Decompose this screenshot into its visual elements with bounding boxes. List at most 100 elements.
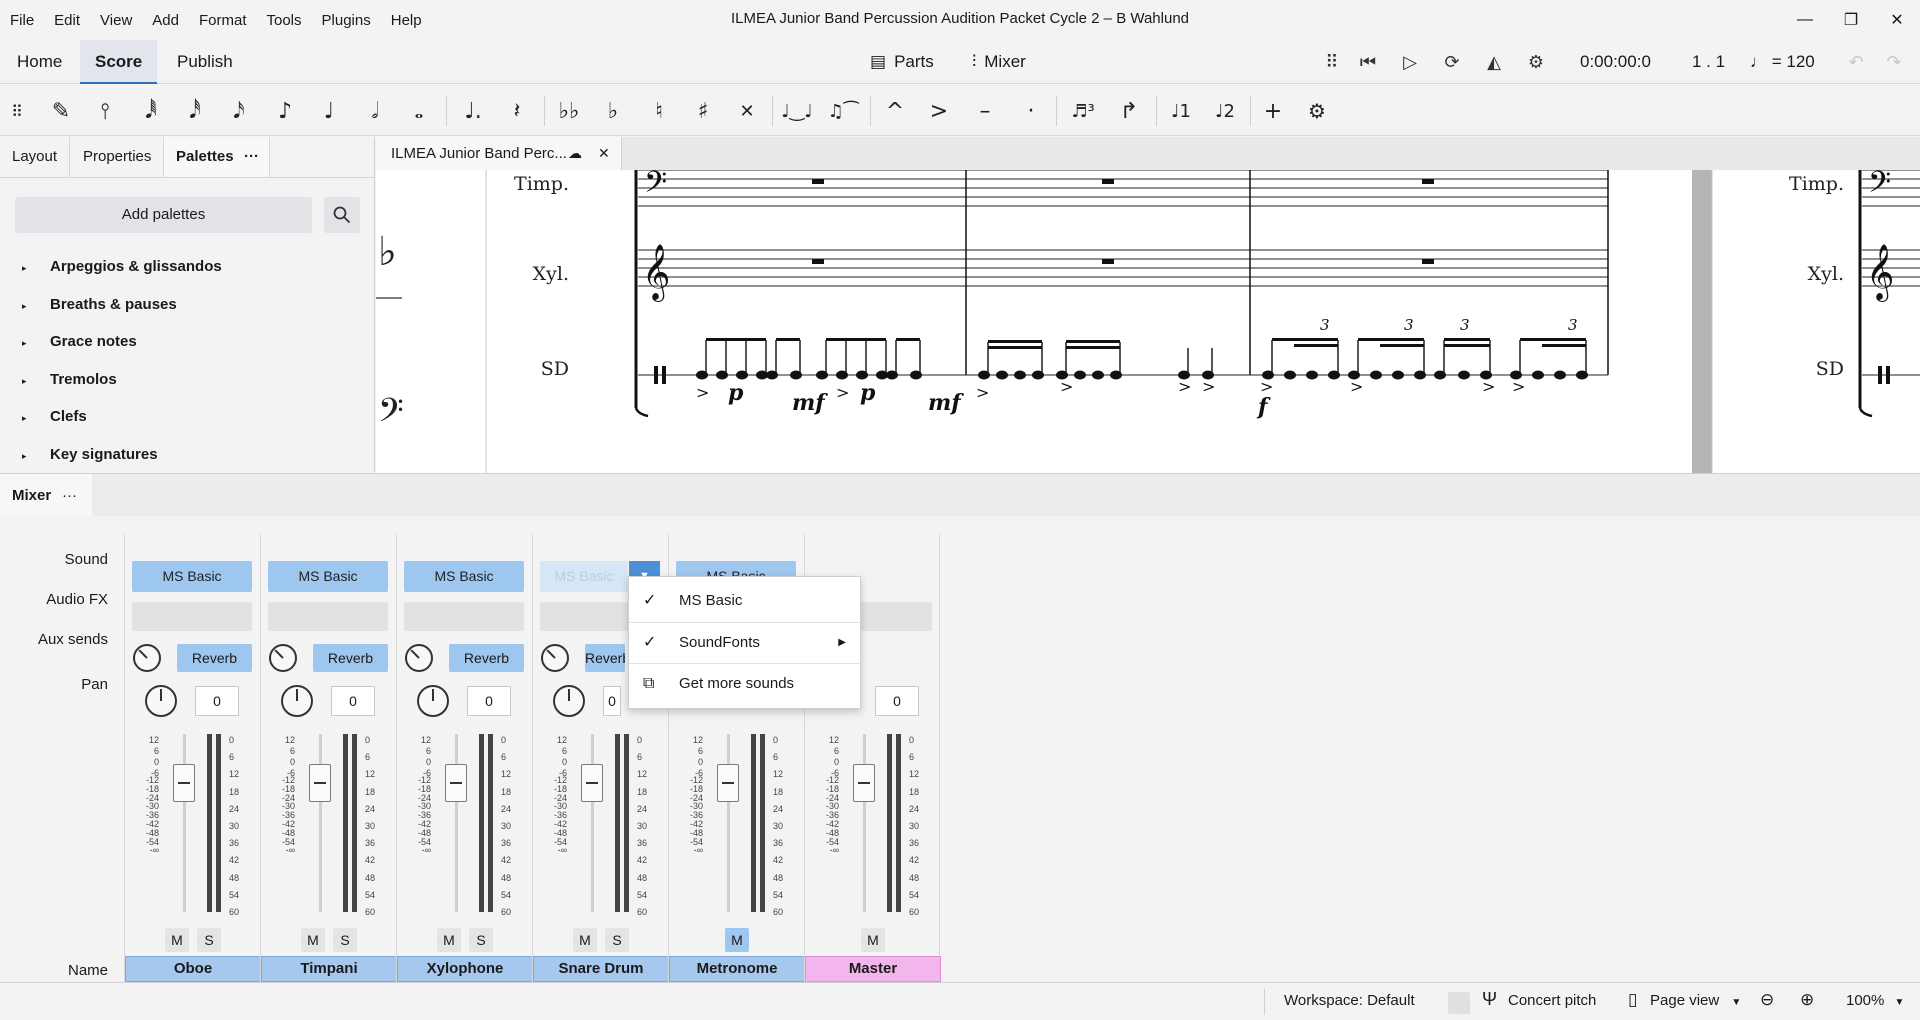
pan-knob[interactable] xyxy=(145,685,177,717)
score-tab[interactable]: ILMEA Junior Band Perc... ☁ ✕ xyxy=(376,137,622,170)
mixer-button[interactable]: ⫶ Mixer xyxy=(972,48,1026,76)
tab-properties[interactable]: Properties xyxy=(71,137,165,177)
concert-pitch-checkbox[interactable] xyxy=(1448,992,1470,1014)
tuplet-icon[interactable]: ♬³ xyxy=(1066,94,1100,128)
view-mode-dropdown[interactable]: Page view ▼ xyxy=(1650,992,1741,1009)
flat-icon[interactable]: ♭ xyxy=(596,94,630,128)
pan-value-field[interactable]: 0 xyxy=(331,686,375,716)
fader-handle[interactable] xyxy=(445,764,467,802)
sound-button[interactable]: MS Basic xyxy=(404,561,524,592)
more-icon[interactable]: ··· xyxy=(244,137,259,177)
sound-button[interactable]: MS Basic xyxy=(132,561,252,592)
mute-button[interactable]: M xyxy=(573,928,597,952)
restore-icon[interactable]: ❐ xyxy=(1828,0,1874,40)
sound-button[interactable]: MS Basic xyxy=(268,561,388,592)
solo-button[interactable]: S xyxy=(197,928,221,952)
aux-send-knob[interactable] xyxy=(541,644,569,672)
fader-handle[interactable] xyxy=(853,764,875,802)
pan-knob[interactable] xyxy=(553,685,585,717)
pan-value-field[interactable]: 0 xyxy=(875,686,919,716)
pan-value-field[interactable]: 0 xyxy=(467,686,511,716)
mute-button[interactable]: M xyxy=(301,928,325,952)
loop-icon[interactable]: ⟳ xyxy=(1438,48,1466,76)
zoom-level-dropdown[interactable]: 100% ▼ xyxy=(1846,992,1904,1009)
palette-item-grace-notes[interactable]: ▸ Grace notes xyxy=(22,333,137,350)
reverb-button[interactable]: Reverb xyxy=(585,644,625,672)
tab-home[interactable]: Home xyxy=(2,40,77,84)
marcato-icon[interactable]: ^ xyxy=(878,94,912,128)
add-palettes-button[interactable]: Add palettes xyxy=(15,197,312,233)
playback-settings-icon[interactable]: ⚙ xyxy=(1522,48,1550,76)
accent-icon[interactable]: > xyxy=(922,94,956,128)
channel-name-oboe[interactable]: Oboe xyxy=(125,956,261,982)
tab-layout[interactable]: Layout xyxy=(0,137,71,177)
mute-button[interactable]: M xyxy=(437,928,461,952)
audio-fx-slot[interactable] xyxy=(540,602,630,631)
reverb-button[interactable]: Reverb xyxy=(449,644,524,672)
fader-handle[interactable] xyxy=(717,764,739,802)
pan-knob[interactable] xyxy=(417,685,449,717)
dropdown-item-soundfonts[interactable]: ✓ SoundFonts ▶ xyxy=(629,622,860,662)
staccato-icon[interactable]: · xyxy=(1014,94,1048,128)
reverb-button[interactable]: Reverb xyxy=(313,644,388,672)
palette-search-button[interactable] xyxy=(324,197,360,233)
channel-name-timpani[interactable]: Timpani xyxy=(261,956,397,982)
accent-pin-icon[interactable]: ⫯ xyxy=(88,94,122,128)
note-half-icon[interactable]: 𝅗𝅥 xyxy=(358,94,392,128)
zoom-in-icon[interactable]: ⊕ xyxy=(1800,990,1814,1010)
channel-name-snare-drum[interactable]: Snare Drum xyxy=(533,956,669,982)
sound-button[interactable]: MS Basic xyxy=(540,561,628,592)
toolbar-handle-icon[interactable]: ⠿ xyxy=(0,94,34,128)
play-icon[interactable]: ▷ xyxy=(1396,48,1424,76)
dropdown-item-ms-basic[interactable]: ✓ MS Basic xyxy=(629,581,860,621)
channel-name-master[interactable]: Master xyxy=(805,956,941,982)
voice-1-icon[interactable]: ♩1 xyxy=(1164,94,1198,128)
note-32nd-icon[interactable]: 𝅘𝅥𝅰 xyxy=(178,94,212,128)
audio-fx-slot[interactable] xyxy=(268,602,388,631)
palette-item-clefs[interactable]: ▸ Clefs xyxy=(22,408,87,425)
pan-value-field[interactable]: 0 xyxy=(603,686,621,716)
reverb-button[interactable]: Reverb xyxy=(177,644,252,672)
rest-icon[interactable]: 𝄽 xyxy=(500,94,534,128)
palette-item-tremolos[interactable]: ▸ Tremolos xyxy=(22,371,117,388)
slur-icon[interactable]: ♫⁀ xyxy=(826,94,860,128)
solo-button[interactable]: S xyxy=(605,928,629,952)
metronome-icon[interactable]: ◭ xyxy=(1480,48,1508,76)
close-window-icon[interactable]: ✕ xyxy=(1874,0,1920,40)
solo-button[interactable]: S xyxy=(333,928,357,952)
mute-button[interactable]: M xyxy=(165,928,189,952)
workspace-selector[interactable]: Workspace: Default xyxy=(1284,992,1415,1009)
audio-fx-slot[interactable] xyxy=(404,602,524,631)
fader-handle[interactable] xyxy=(581,764,603,802)
tab-publish[interactable]: Publish xyxy=(162,40,248,84)
mute-button[interactable]: M xyxy=(725,928,749,952)
palette-item-breaths[interactable]: ▸ Breaths & pauses xyxy=(22,296,177,313)
close-tab-icon[interactable]: ✕ xyxy=(598,137,610,170)
audio-fx-slot[interactable] xyxy=(857,602,932,631)
redo-icon[interactable]: ↷ xyxy=(1880,48,1908,76)
toolbar-settings-icon[interactable]: ⚙ xyxy=(1300,94,1334,128)
mute-button[interactable]: M xyxy=(861,928,885,952)
pencil-icon[interactable]: ✎ xyxy=(44,94,78,128)
tab-score[interactable]: Score xyxy=(80,40,158,84)
zoom-out-icon[interactable]: ⊖ xyxy=(1760,990,1774,1010)
palette-item-arpeggios[interactable]: ▸ Arpeggios & glissandos xyxy=(22,258,222,275)
add-icon[interactable]: + xyxy=(1256,94,1290,128)
audio-fx-slot[interactable] xyxy=(132,602,252,631)
note-64th-icon[interactable]: 𝅘𝅥𝅱 xyxy=(134,94,168,128)
score-page[interactable]: ♭ 𝄢 Timp. Xyl. SD 𝄢 𝄞 > > > > > > > > > … xyxy=(376,170,1920,473)
minimize-icon[interactable]: — xyxy=(1782,0,1828,40)
sharp-icon[interactable]: ♯ xyxy=(686,94,720,128)
undo-icon[interactable]: ↶ xyxy=(1842,48,1870,76)
double-sharp-icon[interactable]: ✕ xyxy=(730,94,764,128)
pan-knob[interactable] xyxy=(281,685,313,717)
aux-send-knob[interactable] xyxy=(133,644,161,672)
flip-direction-icon[interactable]: ↱ xyxy=(1112,94,1146,128)
parts-button[interactable]: ▤ Parts xyxy=(870,48,934,76)
solo-button[interactable]: S xyxy=(469,928,493,952)
fader-handle[interactable] xyxy=(309,764,331,802)
channel-name-xylophone[interactable]: Xylophone xyxy=(397,956,533,982)
drag-handle-icon[interactable]: ⠿ xyxy=(1318,48,1346,76)
tie-icon[interactable]: ♩‿♩ xyxy=(780,94,814,128)
rewind-icon[interactable]: ⏮ xyxy=(1354,48,1382,76)
